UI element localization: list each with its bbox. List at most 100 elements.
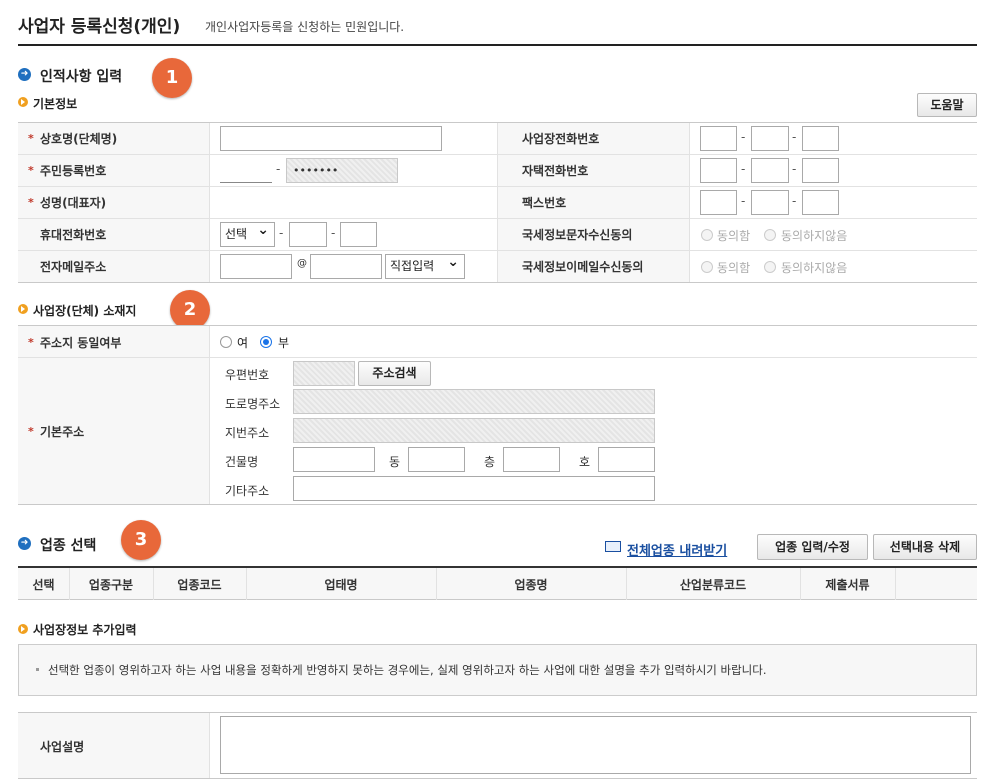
dash: - <box>741 194 746 208</box>
dong-label: 동 <box>389 455 401 469</box>
delete-selection-button[interactable]: 선택내용 삭제 <box>873 534 977 560</box>
home-phone-label: 자택전화번호 <box>522 164 589 178</box>
column-divider <box>209 713 210 779</box>
title-divider <box>18 44 977 46</box>
arrow-circle-icon: ➜ <box>18 68 31 81</box>
row-divider <box>18 154 977 155</box>
dash: - <box>741 162 746 176</box>
section-industry-title: 업종 선택 <box>40 538 97 554</box>
postal-code-input[interactable] <box>293 361 355 386</box>
dash: - <box>279 226 284 240</box>
email-consent-label: 국세정보이메일수신동의 <box>522 260 644 274</box>
required-mark: * <box>28 164 34 177</box>
sms-disagree-label: 동의하지않음 <box>781 229 848 243</box>
business-phone-2[interactable] <box>751 126 789 151</box>
required-mark: * <box>28 336 34 349</box>
email-disagree-label: 동의하지않음 <box>781 261 848 275</box>
column-header-industry-name: 업종명 <box>514 578 548 592</box>
section-location-title: 사업장(단체) 소재지 <box>33 304 137 318</box>
email-domain-input[interactable] <box>310 254 382 279</box>
mobile-3[interactable] <box>340 222 377 247</box>
representative-name-label: 성명(대표자) <box>40 196 107 210</box>
sms-agree-radio[interactable] <box>701 229 713 241</box>
resident-number-back[interactable]: ••••••• <box>286 158 398 183</box>
email-agree-radio[interactable] <box>701 261 713 273</box>
dong-input[interactable] <box>408 447 465 472</box>
email-domain-select[interactable]: 직접입력 <box>385 251 465 279</box>
step-badge-2: 2 <box>170 290 210 330</box>
lot-address-input[interactable] <box>293 418 655 443</box>
business-phone-3[interactable] <box>802 126 839 151</box>
same-address-yes-label: 여 <box>237 336 249 350</box>
email-disagree-radio[interactable] <box>764 261 776 273</box>
same-address-yes-radio[interactable] <box>220 336 232 348</box>
label-column <box>18 326 209 504</box>
same-address-no-radio[interactable] <box>260 336 272 348</box>
home-phone-1[interactable] <box>700 158 737 183</box>
row-divider <box>18 250 977 251</box>
page-title: 사업자 등록신청(개인) <box>18 17 181 37</box>
dash: - <box>792 162 797 176</box>
column-divider <box>209 123 210 282</box>
resident-number-front[interactable] <box>220 182 272 183</box>
same-address-label: 주소지 동일여부 <box>40 336 122 350</box>
sms-disagree-radio[interactable] <box>764 229 776 241</box>
home-phone-3[interactable] <box>802 158 839 183</box>
base-address-label: 기본주소 <box>40 425 85 439</box>
mobile-2[interactable] <box>289 222 327 247</box>
building-name-input[interactable] <box>293 447 375 472</box>
fax-3[interactable] <box>802 190 839 215</box>
company-name-label: 상호명(단체명) <box>40 132 118 146</box>
industry-edit-button[interactable]: 업종 입력/수정 <box>757 534 868 560</box>
column-header-business-type: 업태명 <box>324 578 358 592</box>
road-address-input[interactable] <box>293 389 655 414</box>
column-divider <box>895 568 896 600</box>
sms-consent-label: 국세정보문자수신동의 <box>522 228 633 242</box>
postal-code-label: 우편번호 <box>225 368 270 382</box>
lot-address-label: 지번주소 <box>225 426 270 440</box>
fax-2[interactable] <box>751 190 789 215</box>
email-agree-label: 동의함 <box>717 261 751 275</box>
step-badge-3: 3 <box>121 520 161 560</box>
document-download-icon <box>605 541 621 552</box>
row-divider <box>18 186 977 187</box>
dash: - <box>331 226 336 240</box>
column-header-classification: 산업분류코드 <box>679 578 747 592</box>
section-personal-title: 인적사항 입력 <box>40 69 123 85</box>
help-button[interactable]: 도움말 <box>917 93 977 117</box>
row-divider <box>18 218 977 219</box>
email-id-input[interactable] <box>220 254 292 279</box>
bullet-arrow-icon <box>18 304 28 314</box>
column-header-code: 업종코드 <box>177 578 222 592</box>
column-header-select: 선택 <box>32 578 55 592</box>
business-phone-1[interactable] <box>700 126 737 151</box>
company-name-input[interactable] <box>220 126 442 151</box>
fax-label: 팩스번호 <box>522 196 567 210</box>
subsection-basic-info: 기본정보 <box>33 97 78 111</box>
ho-label: 호 <box>579 455 591 469</box>
column-divider <box>209 326 210 504</box>
address-search-button[interactable]: 주소검색 <box>358 361 431 386</box>
road-address-label: 도로명주소 <box>225 397 281 411</box>
table-bottom-border <box>18 504 977 505</box>
dash: - <box>276 162 281 176</box>
column-divider <box>497 123 498 282</box>
floor-input[interactable] <box>503 447 560 472</box>
other-address-input[interactable] <box>293 476 655 501</box>
email-label: 전자메일주소 <box>40 260 107 274</box>
ho-input[interactable] <box>598 447 655 472</box>
resident-number-label: 주민등록번호 <box>40 164 107 178</box>
fax-1[interactable] <box>700 190 737 215</box>
required-mark: * <box>28 425 34 438</box>
sms-agree-label: 동의함 <box>717 229 751 243</box>
row-divider <box>18 357 977 358</box>
download-all-industries-link[interactable]: 전체업종 내려받기 <box>627 540 727 559</box>
column-header-documents: 제출서류 <box>825 578 870 592</box>
bullet-arrow-icon <box>18 97 28 107</box>
dash: - <box>741 130 746 144</box>
mobile-carrier-select[interactable]: 선택 <box>220 219 275 247</box>
business-description-textarea[interactable] <box>220 716 971 774</box>
required-mark: * <box>28 196 34 209</box>
home-phone-2[interactable] <box>751 158 789 183</box>
other-address-label: 기타주소 <box>225 484 270 498</box>
